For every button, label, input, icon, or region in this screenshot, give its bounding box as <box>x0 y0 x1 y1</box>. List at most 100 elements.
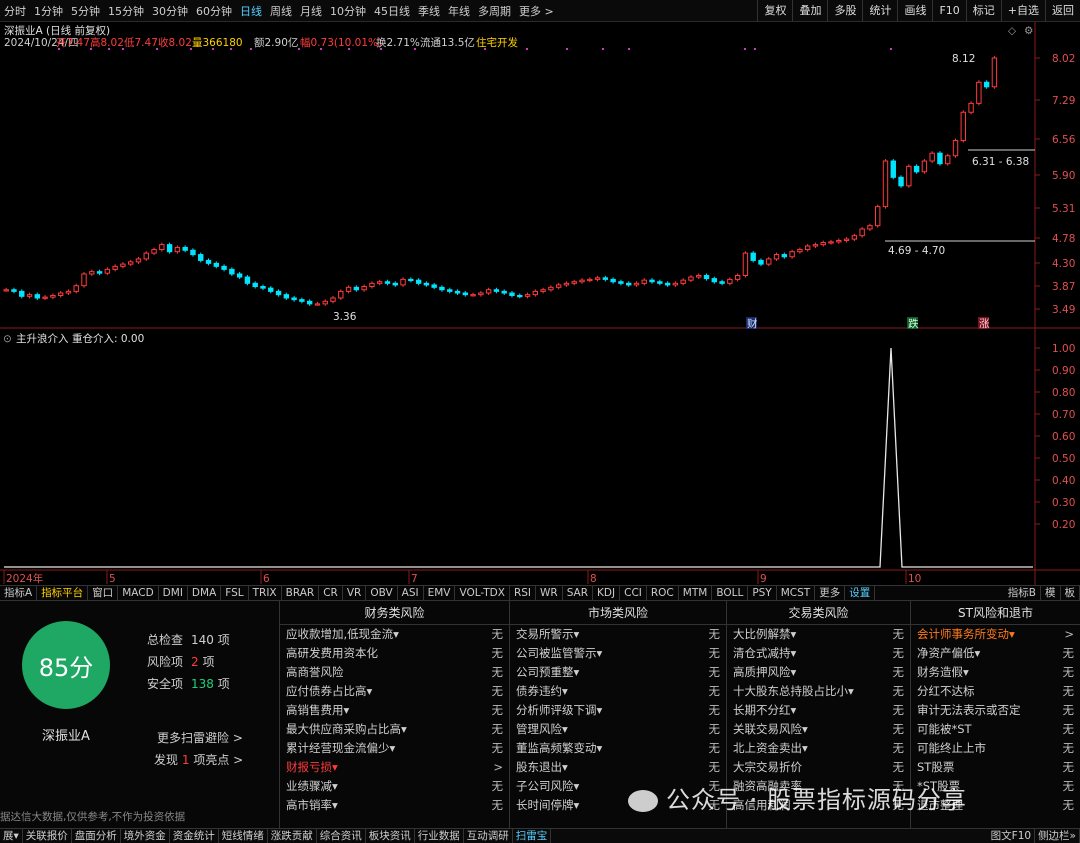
toolbar-button[interactable]: 返回 <box>1045 0 1080 21</box>
risk-item[interactable]: 高商誉风险 无 <box>280 663 509 682</box>
highlights-link[interactable]: 发现 1 项亮点 > <box>154 751 243 768</box>
bottom-tab[interactable]: 盘面分析 <box>72 829 121 843</box>
bottom-tab[interactable]: 短线情绪 <box>219 829 268 843</box>
toolbar-button[interactable]: 统计 <box>862 0 897 21</box>
indicator-tab[interactable]: CCI <box>620 586 647 600</box>
toolbar-button[interactable]: 多股 <box>827 0 862 21</box>
indicator-tab[interactable]: WR <box>536 586 563 600</box>
period-tab[interactable]: 分时 <box>0 3 30 19</box>
indicator-tab[interactable]: TRIX <box>249 586 282 600</box>
indicator-tab[interactable]: ROC <box>647 586 679 600</box>
risk-item[interactable]: 董监高频繁变动▾ 无 <box>510 739 726 758</box>
indicator-tab[interactable]: CR <box>319 586 343 600</box>
period-tab[interactable]: 月线 <box>296 3 326 19</box>
risk-item[interactable]: 会计师事务所变动▾ > <box>911 625 1080 644</box>
toolbar-button[interactable]: +自选 <box>1000 0 1045 21</box>
risk-item[interactable]: 关联交易风险▾ 无 <box>727 720 910 739</box>
bottom-tab[interactable]: 行业数据 <box>415 829 464 843</box>
indicator-tab[interactable]: MACD <box>118 586 159 600</box>
risk-item[interactable]: 最大供应商采购占比高▾ 无 <box>280 720 509 739</box>
period-tab[interactable]: 5分钟 <box>67 3 104 19</box>
toolbar-button[interactable]: 标记 <box>965 0 1001 21</box>
risk-item[interactable]: 分析师评级下调▾ 无 <box>510 701 726 720</box>
risk-item[interactable]: 应付债券占比高▾ 无 <box>280 682 509 701</box>
indicator-tab[interactable]: OBV <box>366 586 398 600</box>
risk-item[interactable]: 交易所警示▾ 无 <box>510 625 726 644</box>
bottom-right-tab[interactable]: 图文F10 <box>988 829 1036 843</box>
risk-item[interactable]: 可能终止上市 无 <box>911 739 1080 758</box>
risk-item[interactable]: 大比例解禁▾ 无 <box>727 625 910 644</box>
settings-icon[interactable]: ⚙ <box>1024 25 1033 37</box>
indicator-tab[interactable]: MTM <box>679 586 713 600</box>
period-tab[interactable]: 10分钟 <box>326 3 370 19</box>
risk-item[interactable]: 大宗交易折价 无 <box>727 758 910 777</box>
risk-item[interactable]: 公司预重整▾ 无 <box>510 663 726 682</box>
period-tab[interactable]: 1分钟 <box>30 3 67 19</box>
bottom-right-tab[interactable]: 侧边栏» <box>1035 829 1080 843</box>
risk-item[interactable]: 审计无法表示或否定 无 <box>911 701 1080 720</box>
bottom-tab[interactable]: 资金统计 <box>170 829 219 843</box>
indicator-tab[interactable]: 窗口 <box>88 586 119 600</box>
toolbar-button[interactable]: 叠加 <box>792 0 827 21</box>
risk-item[interactable]: 十大股东总持股占比小▾ 无 <box>727 682 910 701</box>
indicator-tab[interactable]: RSI <box>510 586 536 600</box>
indicator-tab-right[interactable]: 模 <box>1041 586 1061 600</box>
indicator-tab[interactable]: DMI <box>159 586 188 600</box>
period-tab[interactable]: 45日线 <box>370 3 414 19</box>
indicator-tab[interactable]: PSY <box>748 586 777 600</box>
indicator-tab[interactable]: ASI <box>398 586 424 600</box>
indicator-tab[interactable]: DMA <box>188 586 222 600</box>
risk-item[interactable]: 公司被监管警示▾ 无 <box>510 644 726 663</box>
risk-item[interactable]: 应收款增加,低现金流▾ 无 <box>280 625 509 644</box>
bottom-tab[interactable]: 互动调研 <box>464 829 513 843</box>
more-scan-link[interactable]: 更多扫雷避险 > <box>157 729 243 746</box>
indicator-tab[interactable]: SAR <box>563 586 594 600</box>
indicator-toggle-icon[interactable]: ⊙ <box>3 333 12 345</box>
bottom-tab[interactable]: 展▾ <box>0 829 23 843</box>
bottom-tab[interactable]: 扫雷宝 <box>513 829 552 843</box>
diamond-icon[interactable]: ◇ <box>1008 25 1017 37</box>
indicator-tab[interactable]: FSL <box>221 586 249 600</box>
risk-item[interactable]: 财务造假▾ 无 <box>911 663 1080 682</box>
bottom-tab[interactable]: 关联报价 <box>23 829 72 843</box>
period-tab[interactable]: 30分钟 <box>148 3 192 19</box>
risk-item[interactable]: ST股票 无 <box>911 758 1080 777</box>
indicator-tab[interactable]: MCST <box>777 586 816 600</box>
indicator-tab[interactable]: VR <box>343 586 367 600</box>
risk-item[interactable]: 高市销率▾ 无 <box>280 796 509 815</box>
period-tab[interactable]: 周线 <box>266 3 296 19</box>
risk-item[interactable]: 业绩骤减▾ 无 <box>280 777 509 796</box>
risk-item[interactable]: 清仓式减持▾ 无 <box>727 644 910 663</box>
indicator-tab[interactable]: EMV <box>424 586 456 600</box>
indicator-tab-right[interactable]: 指标B <box>1004 586 1041 600</box>
indicator-tab[interactable]: 更多 <box>815 586 846 600</box>
indicator-tab[interactable]: VOL-TDX <box>455 586 510 600</box>
candlestick-chart[interactable]: 8.02 7.29 6.56 5.90 5.31 4.78 4.30 3.87 3.49 1.0… <box>0 22 1080 592</box>
period-tab[interactable]: 日线 <box>236 3 266 19</box>
bottom-tab[interactable]: 板块资讯 <box>366 829 415 843</box>
risk-item[interactable]: 债券违约▾ 无 <box>510 682 726 701</box>
indicator-tab[interactable]: BRAR <box>282 586 320 600</box>
risk-item[interactable]: 北上资金卖出▾ 无 <box>727 739 910 758</box>
toolbar-button[interactable]: 画线 <box>897 0 932 21</box>
risk-item[interactable]: 累计经营现金流偏少▾ 无 <box>280 739 509 758</box>
risk-item[interactable]: 可能被*ST 无 <box>911 720 1080 739</box>
period-tab[interactable]: 多周期 <box>474 3 515 19</box>
period-tab[interactable]: 更多 > <box>515 3 558 19</box>
indicator-tab[interactable]: 设置 <box>845 586 876 600</box>
period-tab[interactable]: 60分钟 <box>192 3 236 19</box>
indicator-tab[interactable]: BOLL <box>712 586 749 600</box>
bottom-tab[interactable]: 境外资金 <box>121 829 170 843</box>
risk-item[interactable]: 净资产偏低▾ 无 <box>911 644 1080 663</box>
indicator-tab[interactable]: 指标平台 <box>37 586 89 600</box>
risk-item[interactable]: 长期不分红▾ 无 <box>727 701 910 720</box>
risk-item[interactable]: 高研发费用资本化 无 <box>280 644 509 663</box>
risk-item[interactable]: 财报亏损▾ > <box>280 758 509 777</box>
toolbar-button[interactable]: F10 <box>932 0 965 21</box>
bottom-tab[interactable]: 综合资讯 <box>317 829 366 843</box>
bottom-tab[interactable]: 涨跌贡献 <box>268 829 317 843</box>
risk-item[interactable]: 高销售费用▾ 无 <box>280 701 509 720</box>
risk-item[interactable]: 管理风险▾ 无 <box>510 720 726 739</box>
risk-item[interactable]: 分红不达标 无 <box>911 682 1080 701</box>
period-tab[interactable]: 年线 <box>444 3 474 19</box>
